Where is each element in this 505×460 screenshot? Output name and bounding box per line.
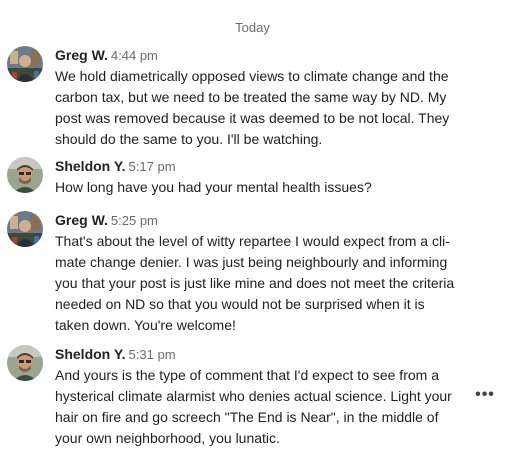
sender-name[interactable]: Greg W. <box>55 47 108 63</box>
message-line: And yours is the type of comment that I'… <box>55 367 439 383</box>
message-line: How long have you had your mental health… <box>55 179 372 195</box>
message-line: We hold diametrically opposed views to c… <box>55 68 449 84</box>
avatar-image <box>7 211 43 247</box>
sender-name[interactable]: Greg W. <box>55 212 108 228</box>
sender-name[interactable]: Sheldon Y. <box>55 158 126 174</box>
message-body: We hold diametrically opposed views to c… <box>55 66 475 150</box>
avatar[interactable] <box>7 157 43 193</box>
message-header: Greg W. 4:44 pm <box>55 46 158 65</box>
message-body: That's about the level of witty repartee… <box>55 231 475 336</box>
message-line: your own neighborhood, you lunatic. <box>55 430 280 446</box>
avatar-image <box>7 46 43 82</box>
message-line: you that your post is just like mine and… <box>55 275 455 291</box>
message-line: should do the same to you. I'll be watch… <box>55 131 323 147</box>
message-body: How long have you had your mental health… <box>55 177 475 198</box>
message-time: 5:17 pm <box>128 159 176 174</box>
message-header: Sheldon Y. 5:31 pm <box>55 345 176 364</box>
message-line: carbon tax, but we need to be treated th… <box>55 89 447 105</box>
message-header: Greg W. 5:25 pm <box>55 211 158 230</box>
message-body: And yours is the type of comment that I'… <box>55 365 475 449</box>
message-line: hair on fire and go screech "The End is … <box>55 409 439 425</box>
message-line: hysterical climate alarmist who denies a… <box>55 388 452 404</box>
message-time: 5:25 pm <box>110 213 158 228</box>
message-line: taken down. You're welcome! <box>55 317 236 333</box>
message-time: 5:31 pm <box>128 347 176 362</box>
avatar-image <box>7 157 43 193</box>
day-separator: Today <box>235 20 270 35</box>
avatar[interactable] <box>7 211 43 247</box>
message-header: Sheldon Y. 5:17 pm <box>55 157 176 176</box>
sender-name[interactable]: Sheldon Y. <box>55 346 126 362</box>
avatar[interactable] <box>7 46 43 82</box>
avatar[interactable] <box>7 345 43 381</box>
message-time: 4:44 pm <box>110 48 158 63</box>
message-line: That's about the level of witty repartee… <box>55 233 450 249</box>
message-line: needed on ND so that you would not be su… <box>55 296 425 312</box>
avatar-image <box>7 345 43 381</box>
more-options-button[interactable]: ••• <box>474 384 496 406</box>
message-line: post was removed because it was deemed t… <box>55 110 450 126</box>
horizontal-ellipsis-icon: ••• <box>475 386 495 403</box>
message-line: mate change denier. I was just being nei… <box>55 254 448 270</box>
